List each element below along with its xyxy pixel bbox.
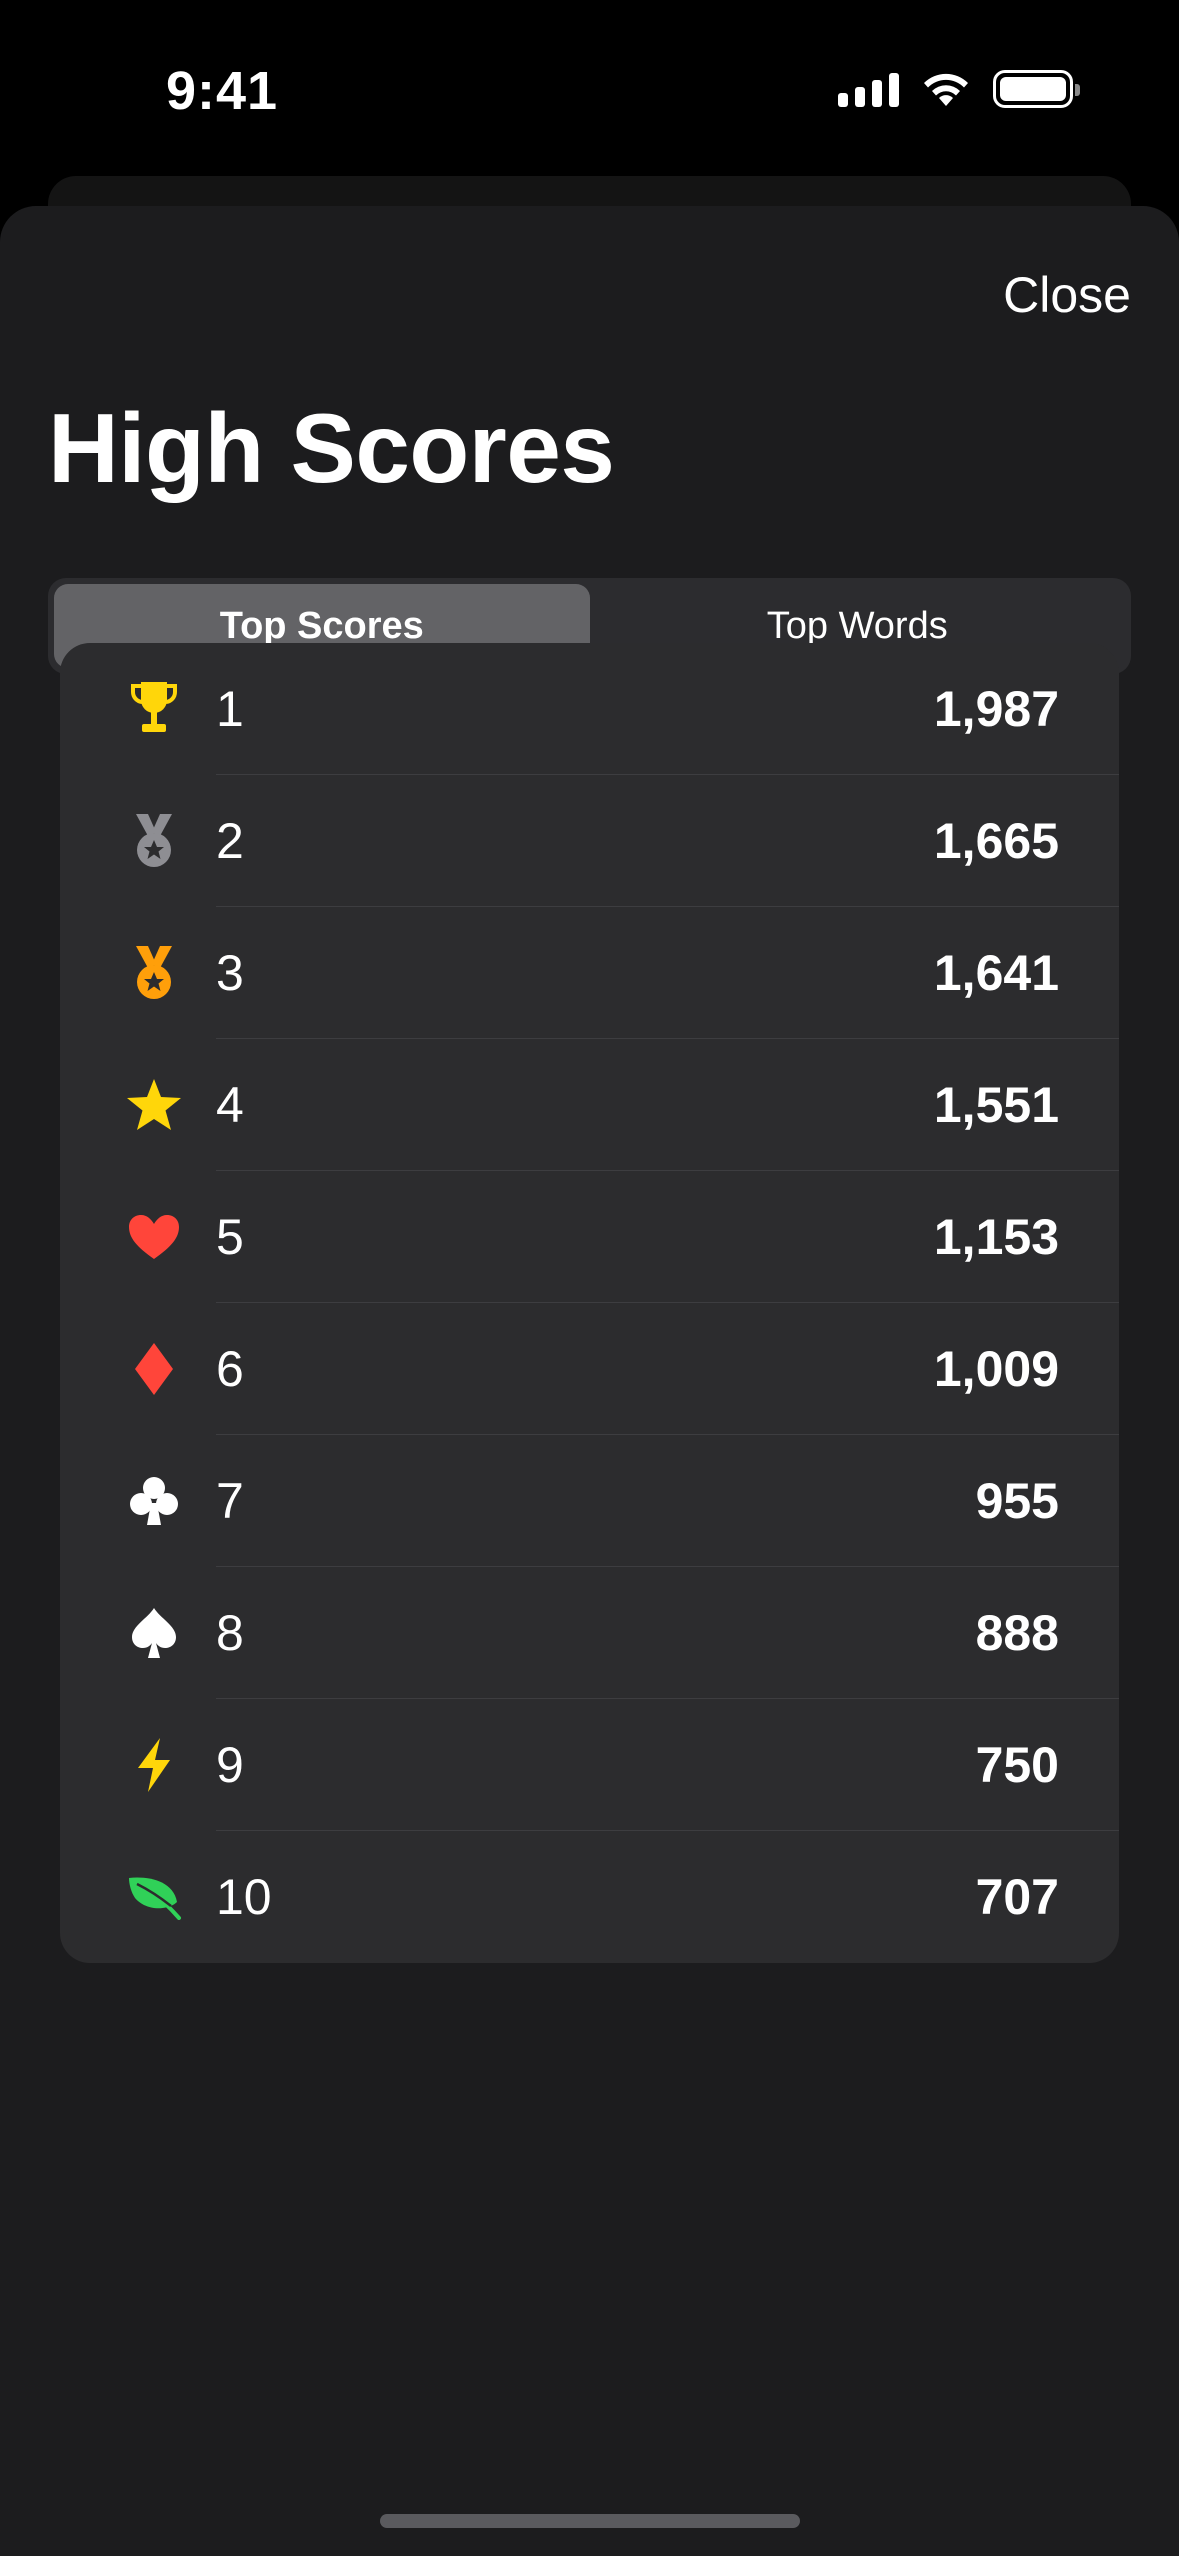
list-item: 10 707 (60, 1831, 1119, 1963)
wifi-icon (924, 73, 968, 106)
rank-label: 10 (216, 1869, 272, 1925)
rank-label: 3 (216, 945, 244, 1001)
scores-list: 1 1,987 2 1,665 3 1,641 4 1,551 5 1,153 (60, 643, 1119, 1963)
close-button[interactable]: Close (1003, 266, 1131, 324)
score-value: 750 (975, 1737, 1059, 1793)
bronze-medal-icon (124, 943, 184, 1003)
rank-label: 7 (216, 1473, 244, 1529)
rank-label: 5 (216, 1209, 244, 1265)
list-item: 6 1,009 (60, 1303, 1119, 1435)
list-item: 5 1,153 (60, 1171, 1119, 1303)
list-item: 1 1,987 (60, 643, 1119, 775)
score-value: 1,987 (933, 681, 1059, 737)
spade-icon (124, 1603, 184, 1663)
rank-label: 9 (216, 1737, 244, 1793)
score-value: 955 (975, 1473, 1059, 1529)
home-indicator (380, 2514, 800, 2528)
rank-label: 8 (216, 1605, 244, 1661)
status-time: 9:41 (166, 61, 279, 121)
list-item: 9 750 (60, 1699, 1119, 1831)
rank-label: 1 (216, 681, 244, 737)
score-value: 888 (975, 1605, 1059, 1661)
list-item: 3 1,641 (60, 907, 1119, 1039)
list-item: 7 955 (60, 1435, 1119, 1567)
cellular-signal-icon (838, 71, 899, 107)
list-item: 4 1,551 (60, 1039, 1119, 1171)
club-icon (124, 1471, 184, 1531)
list-item: 8 888 (60, 1567, 1119, 1699)
battery-icon (993, 70, 1080, 108)
star-icon (124, 1075, 184, 1135)
rank-label: 2 (216, 813, 244, 869)
rank-label: 4 (216, 1077, 244, 1133)
score-value: 1,551 (933, 1077, 1059, 1133)
score-value: 707 (975, 1869, 1059, 1925)
score-value: 1,153 (933, 1209, 1059, 1265)
silver-medal-icon (124, 811, 184, 871)
leaf-icon (124, 1867, 184, 1927)
rank-label: 6 (216, 1341, 244, 1397)
score-value: 1,665 (933, 813, 1059, 869)
score-value: 1,009 (933, 1341, 1059, 1397)
bolt-icon (124, 1735, 184, 1795)
status-icons (838, 70, 1080, 108)
score-value: 1,641 (933, 945, 1059, 1001)
trophy-icon (124, 679, 184, 739)
page-title: High Scores (48, 393, 615, 503)
heart-icon (124, 1207, 184, 1267)
list-item: 2 1,665 (60, 775, 1119, 907)
status-bar: 9:41 (0, 0, 1179, 180)
diamond-icon (124, 1339, 184, 1399)
